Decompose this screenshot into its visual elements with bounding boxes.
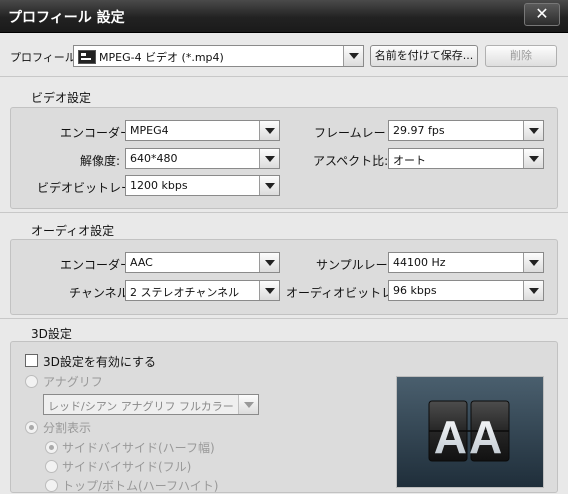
aspect-select[interactable]: オート	[388, 148, 544, 169]
audio-bitrate-select[interactable]: 96 kbps	[388, 280, 544, 301]
enable-3d-checkbox[interactable]	[25, 354, 38, 367]
audio-settings-panel	[10, 239, 558, 315]
anaglyph-select[interactable]: レッド/シアン アナグリフ フルカラー	[43, 394, 259, 415]
split-view-radio[interactable]	[25, 421, 38, 434]
audio-encoder-select[interactable]: AAC	[125, 252, 280, 273]
framerate-value: 29.97 fps	[393, 124, 445, 137]
audio-section-title: オーディオ設定	[31, 224, 115, 238]
samplerate-select[interactable]: 44100 Hz	[388, 252, 544, 273]
delete-button[interactable]: 削除	[485, 45, 557, 67]
close-icon: ✕	[535, 4, 549, 23]
chevron-down-icon[interactable]	[238, 395, 258, 414]
profile-select[interactable]: MPEG-4 ビデオ (*.mp4)	[73, 45, 364, 67]
channel-label: チャンネル:	[69, 286, 133, 300]
audio-encoder-value: AAC	[130, 256, 153, 269]
video-bitrate-value: 1200 kbps	[130, 179, 188, 192]
chevron-down-icon[interactable]	[523, 121, 543, 140]
video-encoder-value: MPEG4	[130, 124, 169, 137]
split-view-label: 分割表示	[43, 421, 92, 435]
side-by-side-full-radio[interactable]	[45, 460, 58, 473]
profile-label: プロフィール:	[10, 51, 80, 64]
resolution-select[interactable]: 640*480	[125, 148, 280, 169]
aa-preview-graphic: AA	[428, 400, 510, 463]
aspect-value: オート	[393, 154, 426, 167]
preview-text: AA	[434, 411, 504, 463]
video-file-icon	[78, 50, 96, 64]
aspect-label: アスペクト比:	[313, 154, 389, 168]
side-by-side-full-label: サイドバイサイド(フル)	[62, 460, 192, 474]
title-bar: プロフィール 設定 ✕	[0, 0, 568, 33]
chevron-down-icon[interactable]	[523, 149, 543, 168]
chevron-down-icon[interactable]	[259, 121, 279, 140]
divider	[0, 76, 568, 77]
anaglyph-label: アナグリフ	[43, 375, 103, 389]
3d-preview: AA	[396, 376, 544, 488]
chevron-down-icon[interactable]	[259, 253, 279, 272]
channel-value: 2 ステレオチャンネル	[130, 286, 240, 299]
save-as-button[interactable]: 名前を付けて保存...	[370, 45, 478, 67]
profile-value: MPEG-4 ビデオ (*.mp4)	[99, 51, 224, 64]
video-section-title: ビデオ設定	[31, 91, 92, 105]
enable-3d-label: 3D設定を有効にする	[43, 355, 156, 369]
chevron-down-icon[interactable]	[259, 281, 279, 300]
chevron-down-icon[interactable]	[523, 281, 543, 300]
divider	[0, 318, 568, 319]
framerate-select[interactable]: 29.97 fps	[388, 120, 544, 141]
resolution-value: 640*480	[130, 152, 178, 165]
channel-select[interactable]: 2 ステレオチャンネル	[125, 280, 280, 301]
anaglyph-value: レッド/シアン アナグリフ フルカラー	[48, 400, 234, 413]
side-by-side-half-radio[interactable]	[45, 441, 58, 454]
anaglyph-radio[interactable]	[25, 375, 38, 388]
chevron-down-icon[interactable]	[259, 149, 279, 168]
side-by-side-half-label: サイドバイサイド(ハーフ幅)	[62, 441, 215, 455]
close-button[interactable]: ✕	[524, 3, 560, 26]
samplerate-value: 44100 Hz	[393, 256, 446, 269]
chevron-down-icon[interactable]	[343, 46, 363, 66]
audio-bitrate-value: 96 kbps	[393, 284, 437, 297]
resolution-label: 解像度:	[80, 154, 121, 168]
divider	[0, 212, 568, 213]
chevron-down-icon[interactable]	[523, 253, 543, 272]
window-title: プロフィール 設定	[8, 10, 125, 26]
chevron-down-icon[interactable]	[259, 176, 279, 195]
video-bitrate-select[interactable]: 1200 kbps	[125, 175, 280, 196]
threed-section-title: 3D設定	[31, 327, 72, 341]
video-encoder-select[interactable]: MPEG4	[125, 120, 280, 141]
